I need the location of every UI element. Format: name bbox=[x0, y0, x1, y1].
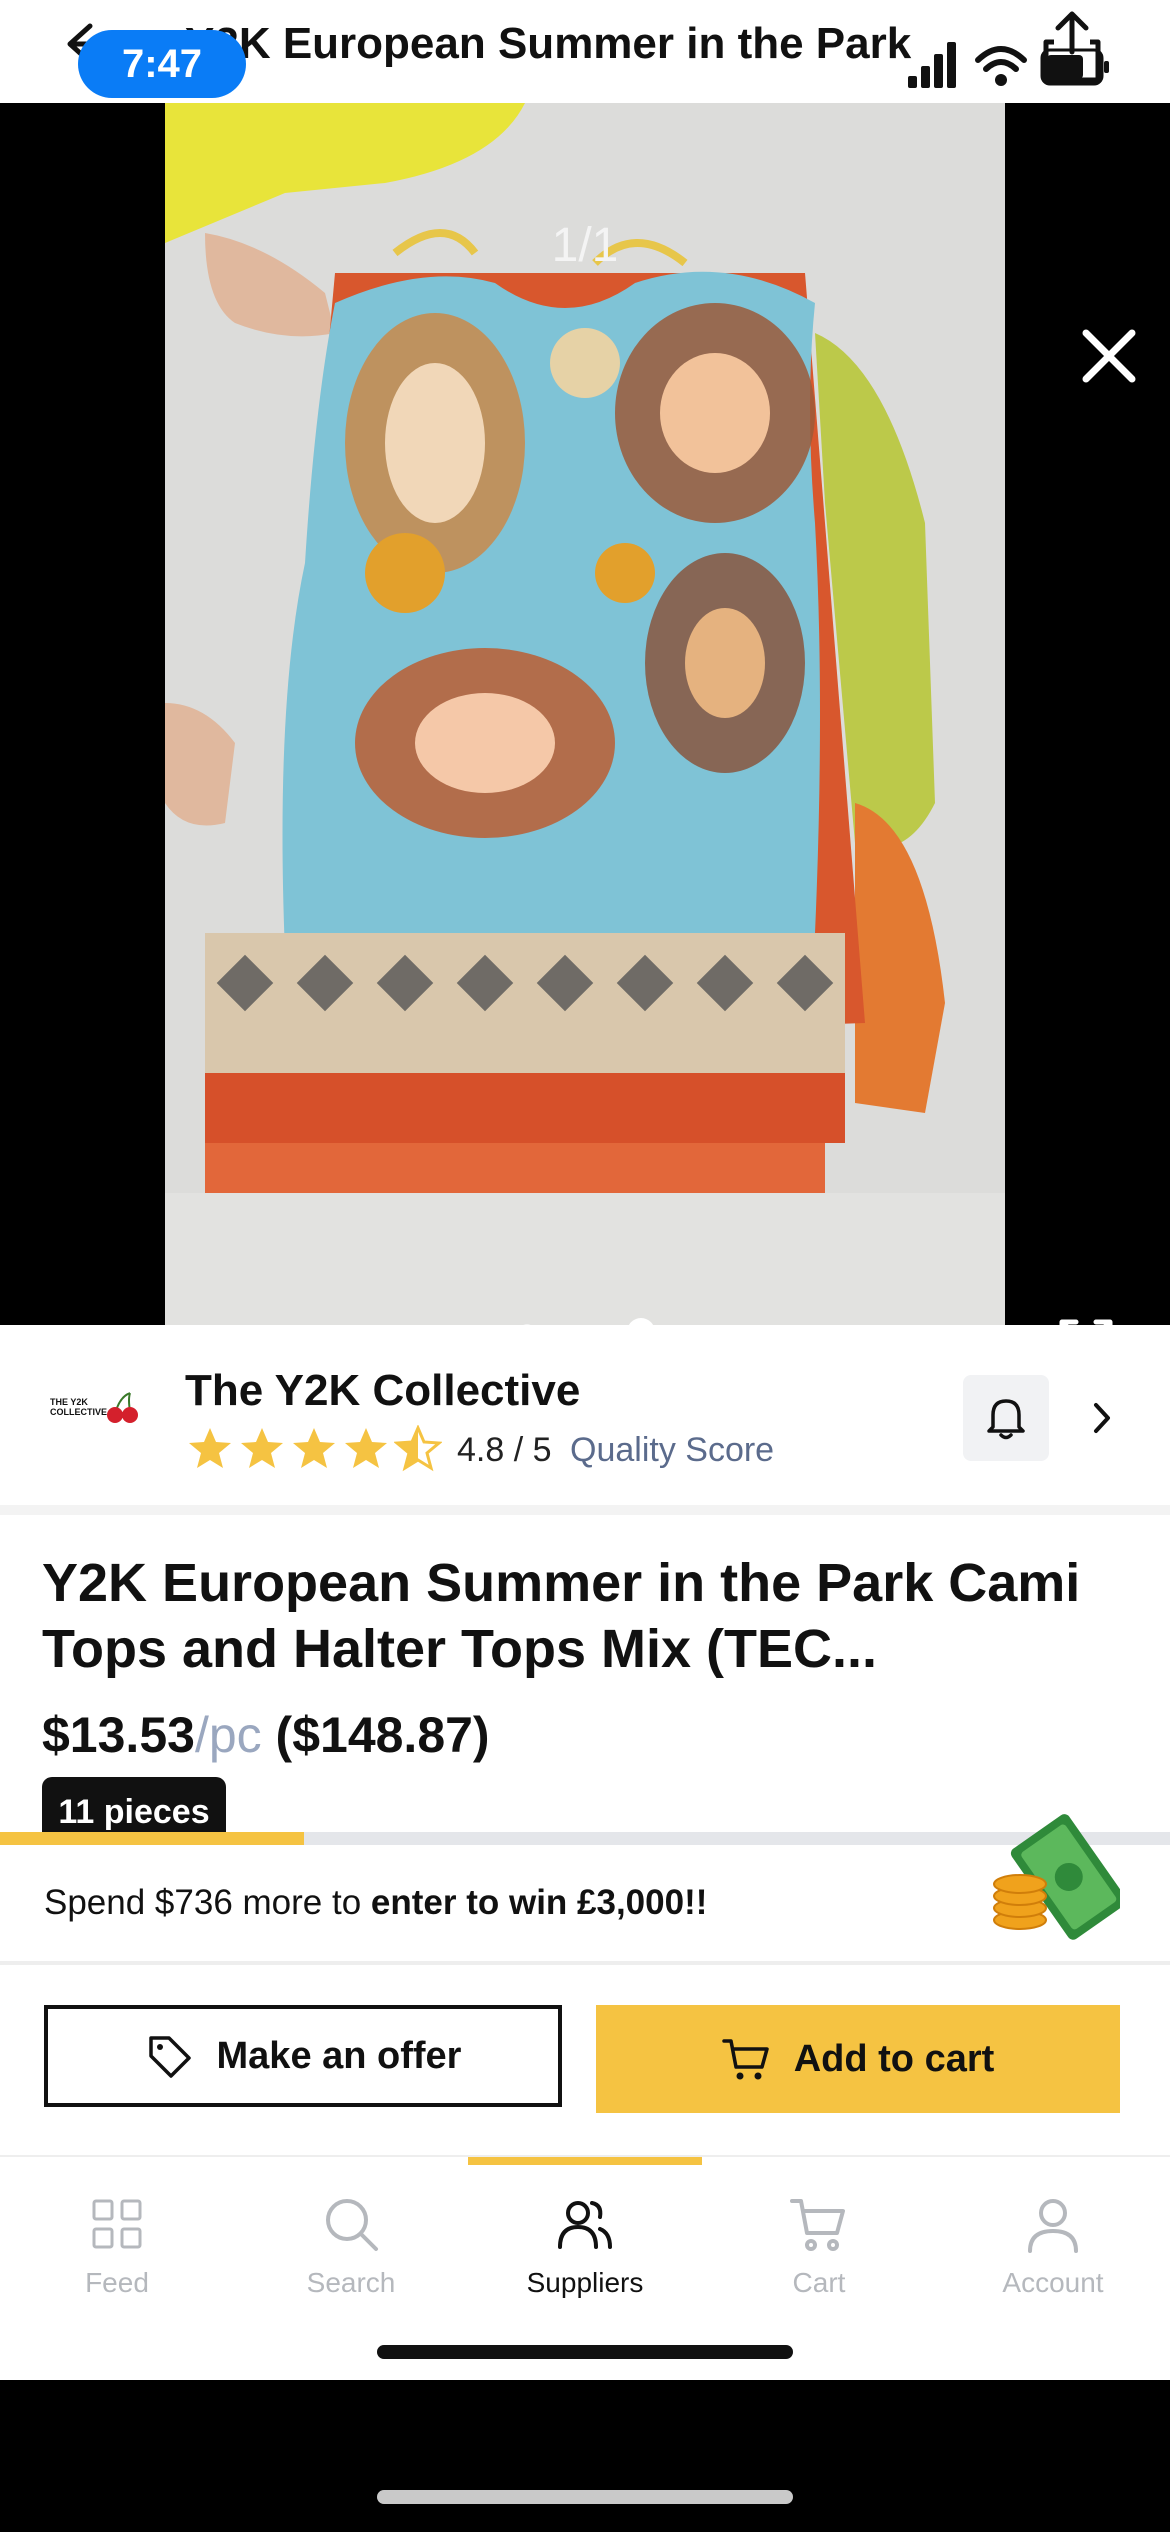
cart-icon bbox=[721, 2039, 769, 2080]
promo-text: Spend $736 more to enter to win £3,000!! bbox=[44, 1873, 707, 1933]
tab-search[interactable]: Search bbox=[234, 2177, 468, 2327]
tab-suppliers[interactable]: Suppliers bbox=[468, 2177, 702, 2327]
home-indicator bbox=[377, 2345, 793, 2359]
tab-search-label: Search bbox=[306, 2267, 396, 2298]
tab-account-label: Account bbox=[1002, 2267, 1104, 2298]
star-icon bbox=[293, 1428, 335, 1468]
media-counter: 1/1 bbox=[551, 219, 619, 272]
promo-progress-fill bbox=[0, 1832, 304, 1845]
cellular-signal-icon bbox=[906, 38, 960, 90]
pieces-badge: 11 pieces bbox=[42, 1777, 226, 1837]
tab-account[interactable]: Account bbox=[936, 2177, 1170, 2327]
tab-feed[interactable]: Feed bbox=[0, 2177, 234, 2327]
bell-icon bbox=[987, 1399, 1025, 1440]
promo-banner[interactable]: Spend $736 more to enter to win £3,000!! bbox=[0, 1814, 1170, 1961]
user-icon bbox=[1028, 2199, 1078, 2253]
money-icon bbox=[993, 1814, 1120, 1940]
grid-icon bbox=[92, 2199, 142, 2249]
add-to-cart-label: Add to cart bbox=[793, 2037, 995, 2080]
product-info: Y2K European Summer in the Park Cami Top… bbox=[0, 1515, 1170, 1837]
quality-score-label: Quality Score bbox=[570, 1431, 775, 1469]
tab-cart-label: Cart bbox=[792, 2267, 846, 2298]
status-time: 7:47 bbox=[78, 30, 246, 98]
tab-feed-label: Feed bbox=[85, 2267, 149, 2298]
divider bbox=[0, 1505, 1170, 1515]
promo-text-bold: enter to win £3,000!! bbox=[370, 1883, 708, 1922]
make-offer-button[interactable]: Make an offer bbox=[44, 2005, 562, 2107]
star-icon bbox=[189, 1428, 231, 1468]
search-icon bbox=[326, 2199, 378, 2251]
system-home-bar bbox=[377, 2490, 793, 2504]
total-price: ($148.87) bbox=[275, 1707, 490, 1763]
unit-price: $13.53 bbox=[42, 1707, 195, 1763]
expand-icon[interactable] bbox=[1058, 1318, 1114, 1325]
tag-icon bbox=[148, 2036, 191, 2078]
rating-value: 4.8 / 5 bbox=[457, 1431, 552, 1469]
price-row: $13.53/pc ($148.87) bbox=[42, 1695, 490, 1775]
product-photo bbox=[165, 103, 1005, 1325]
make-offer-label: Make an offer bbox=[216, 2034, 462, 2077]
star-icon bbox=[345, 1428, 387, 1468]
promo-text-prefix: Spend $736 more to bbox=[44, 1883, 371, 1922]
active-tab-indicator bbox=[468, 2157, 702, 2165]
star-icon bbox=[394, 1425, 442, 1472]
product-media-viewer[interactable]: 1/1 bbox=[0, 103, 1170, 1325]
action-bar: Make an offer Add to cart bbox=[0, 1965, 1170, 2155]
tab-cart[interactable]: Cart bbox=[702, 2177, 936, 2327]
chevron-right-icon[interactable] bbox=[1088, 1393, 1118, 1443]
top-bar: Y2K European Summer in the Park Cami Top… bbox=[0, 0, 1170, 103]
tab-suppliers-label: Suppliers bbox=[526, 2267, 644, 2298]
seller-row[interactable]: THE Y2K COLLECTIVE The Y2K Collective 4.… bbox=[0, 1325, 1170, 1505]
cherry-icon bbox=[107, 1392, 138, 1423]
seller-logo-text: THE Y2K COLLECTIVE bbox=[50, 1397, 108, 1417]
close-icon[interactable] bbox=[1078, 325, 1140, 387]
wifi-icon bbox=[975, 40, 1027, 90]
page-title: Y2K European Summer in the Park Cami Top… bbox=[185, 19, 925, 68]
share-icon[interactable] bbox=[1040, 8, 1104, 84]
bottom-area bbox=[0, 2380, 1170, 2532]
star-icon bbox=[241, 1428, 283, 1468]
follow-bell-button[interactable] bbox=[963, 1375, 1049, 1461]
unit-suffix: /pc bbox=[194, 1707, 262, 1763]
cart-icon bbox=[790, 2199, 845, 2251]
users-icon bbox=[558, 2201, 612, 2249]
rating-stars bbox=[186, 1425, 446, 1473]
seller-logo: THE Y2K COLLECTIVE bbox=[50, 1389, 142, 1449]
product-title: Y2K European Summer in the Park Cami Top… bbox=[42, 1553, 1081, 1679]
seller-name[interactable]: The Y2K Collective bbox=[185, 1361, 580, 1421]
add-to-cart-button[interactable]: Add to cart bbox=[596, 2005, 1120, 2113]
